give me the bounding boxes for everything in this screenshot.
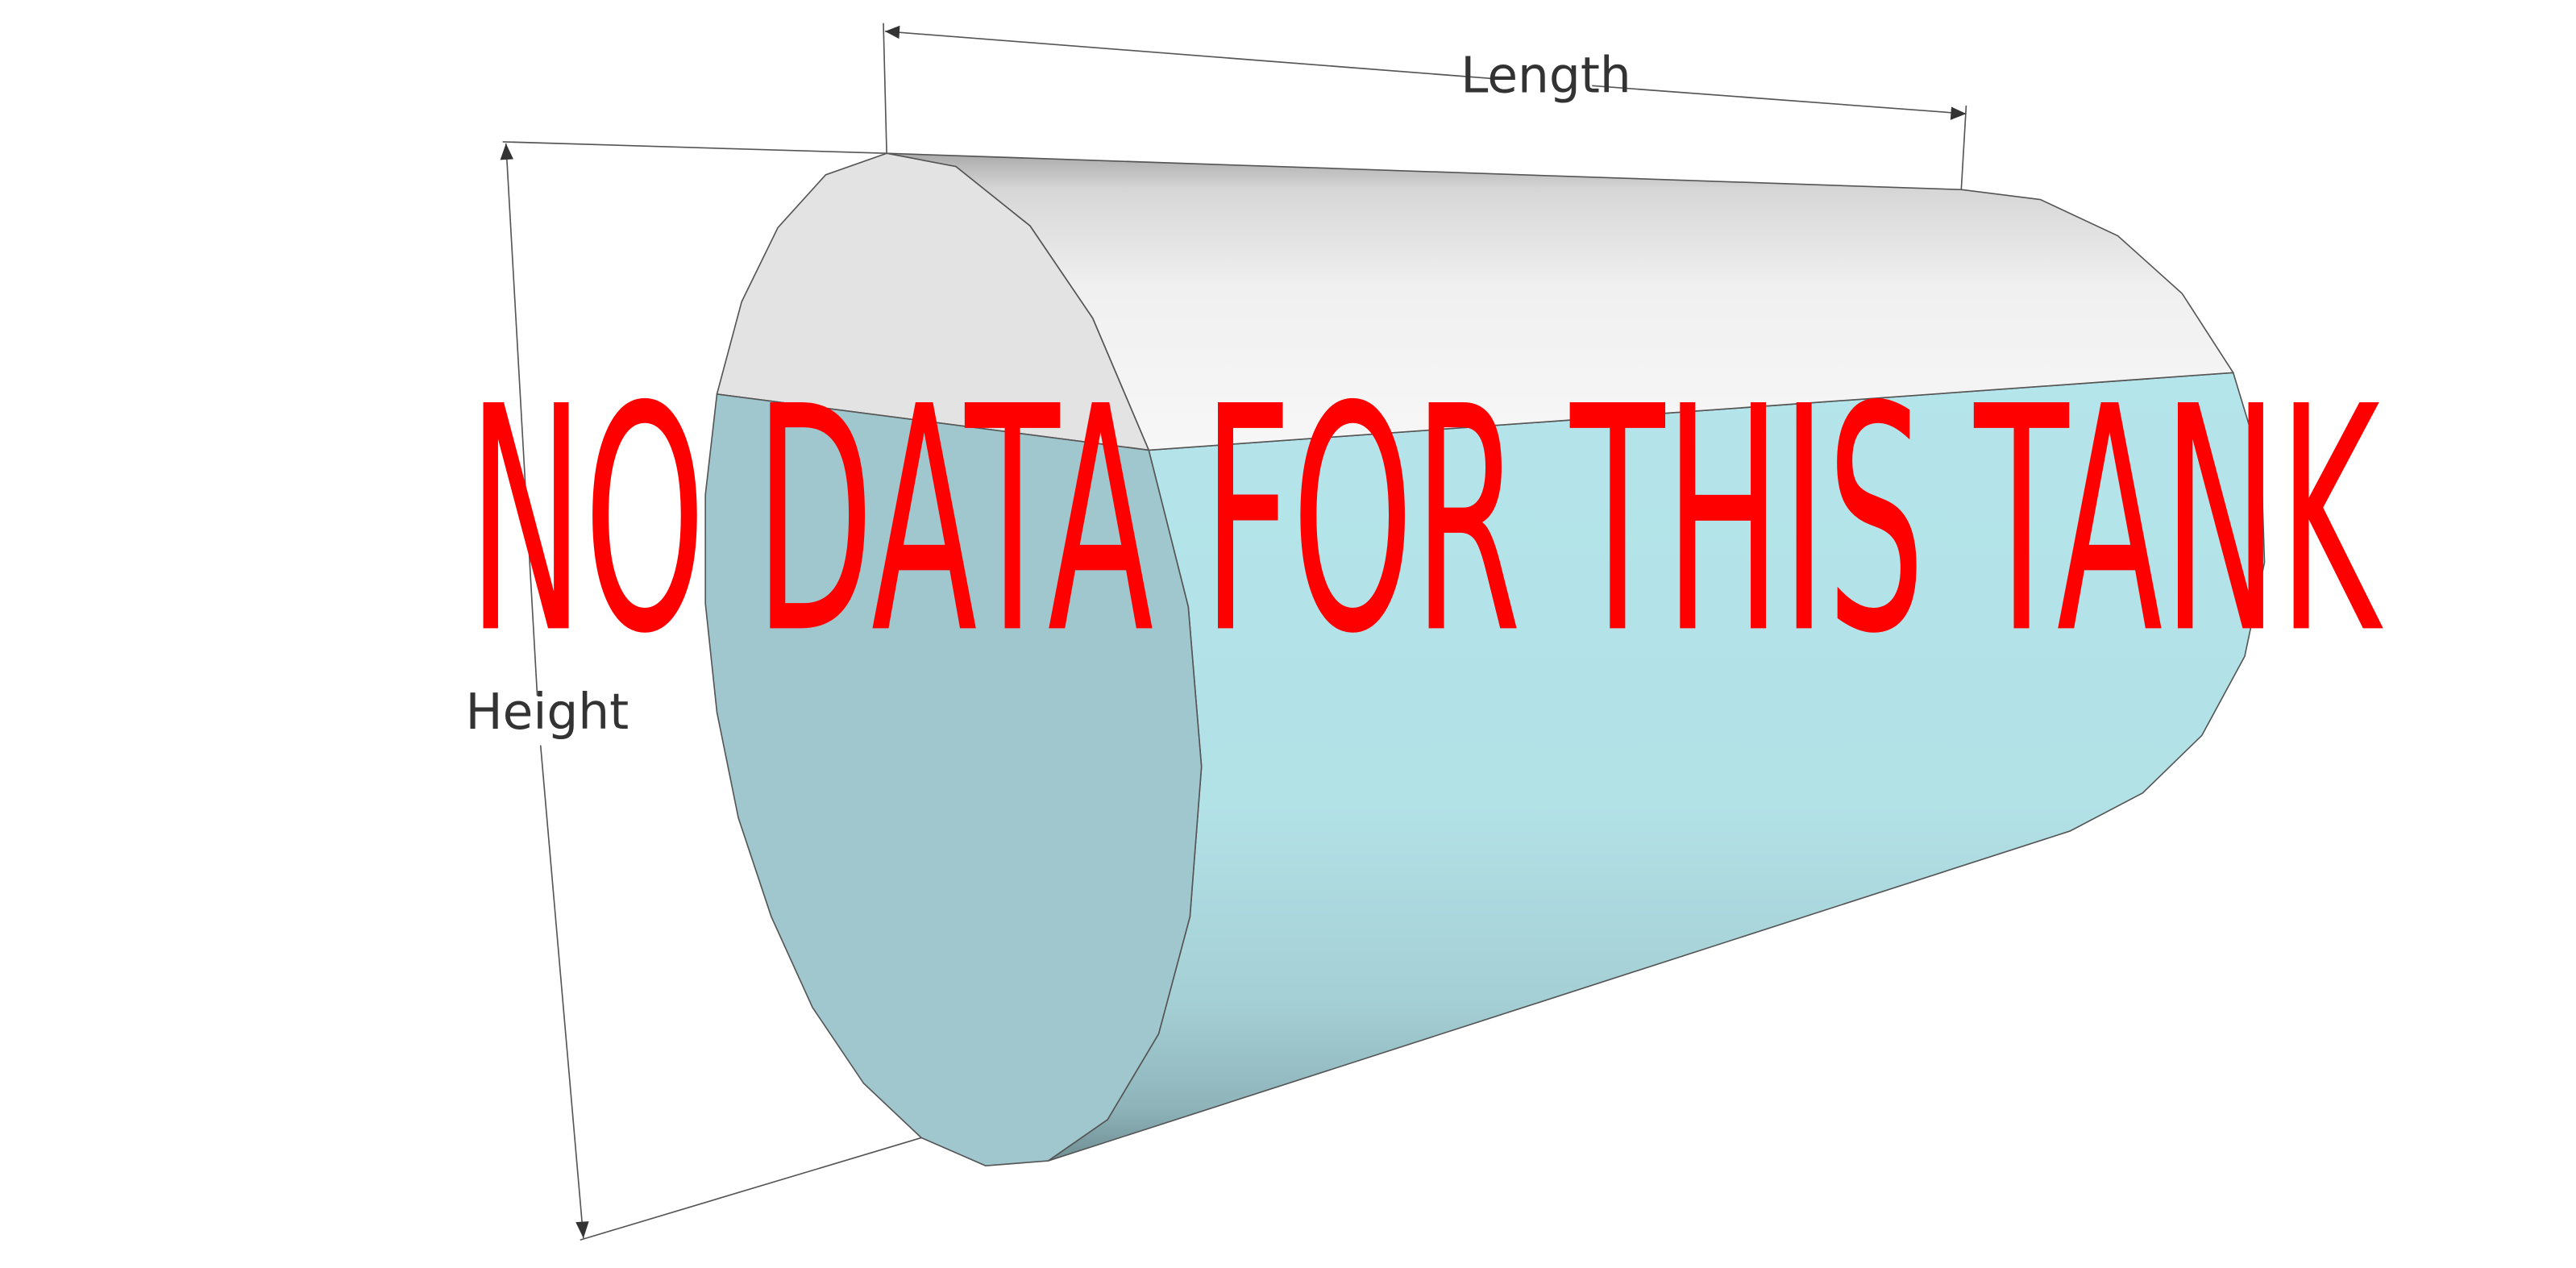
- height-arrow-top: [500, 143, 513, 160]
- length-arrow-start: [885, 25, 900, 39]
- height-arrow-bottom: [575, 1221, 589, 1239]
- tank-diagram: Length Height NO DATA FOR THIS TANK: [465, 23, 2385, 1241]
- no-data-message: NO DATA FOR THIS TANK: [468, 340, 2385, 701]
- length-arrow-end: [1950, 106, 1967, 120]
- length-label: Length: [1460, 48, 1631, 105]
